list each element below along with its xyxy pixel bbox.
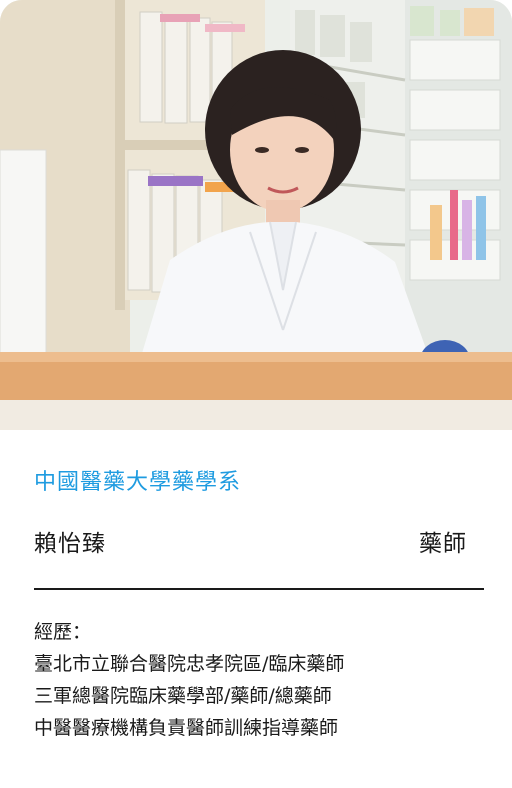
experience-item: 臺北市立聯合醫院忠孝院區/臨床藥師 <box>34 653 345 675</box>
experience-section: 經歷： 臺北市立聯合醫院忠孝院區/臨床藥師 三軍總醫院臨床藥學部/藥師/總藥師 … <box>34 616 344 744</box>
job-title: 藥師 <box>419 531 467 557</box>
divider <box>34 588 484 590</box>
pharmacist-profile-card: 中國醫藥大學藥學系 賴怡臻 藥師 經歷： 臺北市立聯合醫院忠孝院區/臨床藥師 三… <box>0 0 512 788</box>
school-department: 中國醫藥大學藥學系 <box>34 470 242 495</box>
pharmacist-name: 賴怡臻 <box>34 531 106 557</box>
name-title-row: 賴怡臻 藥師 <box>34 524 467 558</box>
experience-item: 三軍總醫院臨床藥學部/藥師/總藥師 <box>34 685 332 707</box>
experience-heading: 經歷： <box>34 621 92 643</box>
pharmacy-scene-illustration <box>0 0 512 430</box>
pharmacist-photo <box>0 0 512 430</box>
experience-item: 中醫醫療機構負責醫師訓練指導藥師 <box>34 717 339 739</box>
